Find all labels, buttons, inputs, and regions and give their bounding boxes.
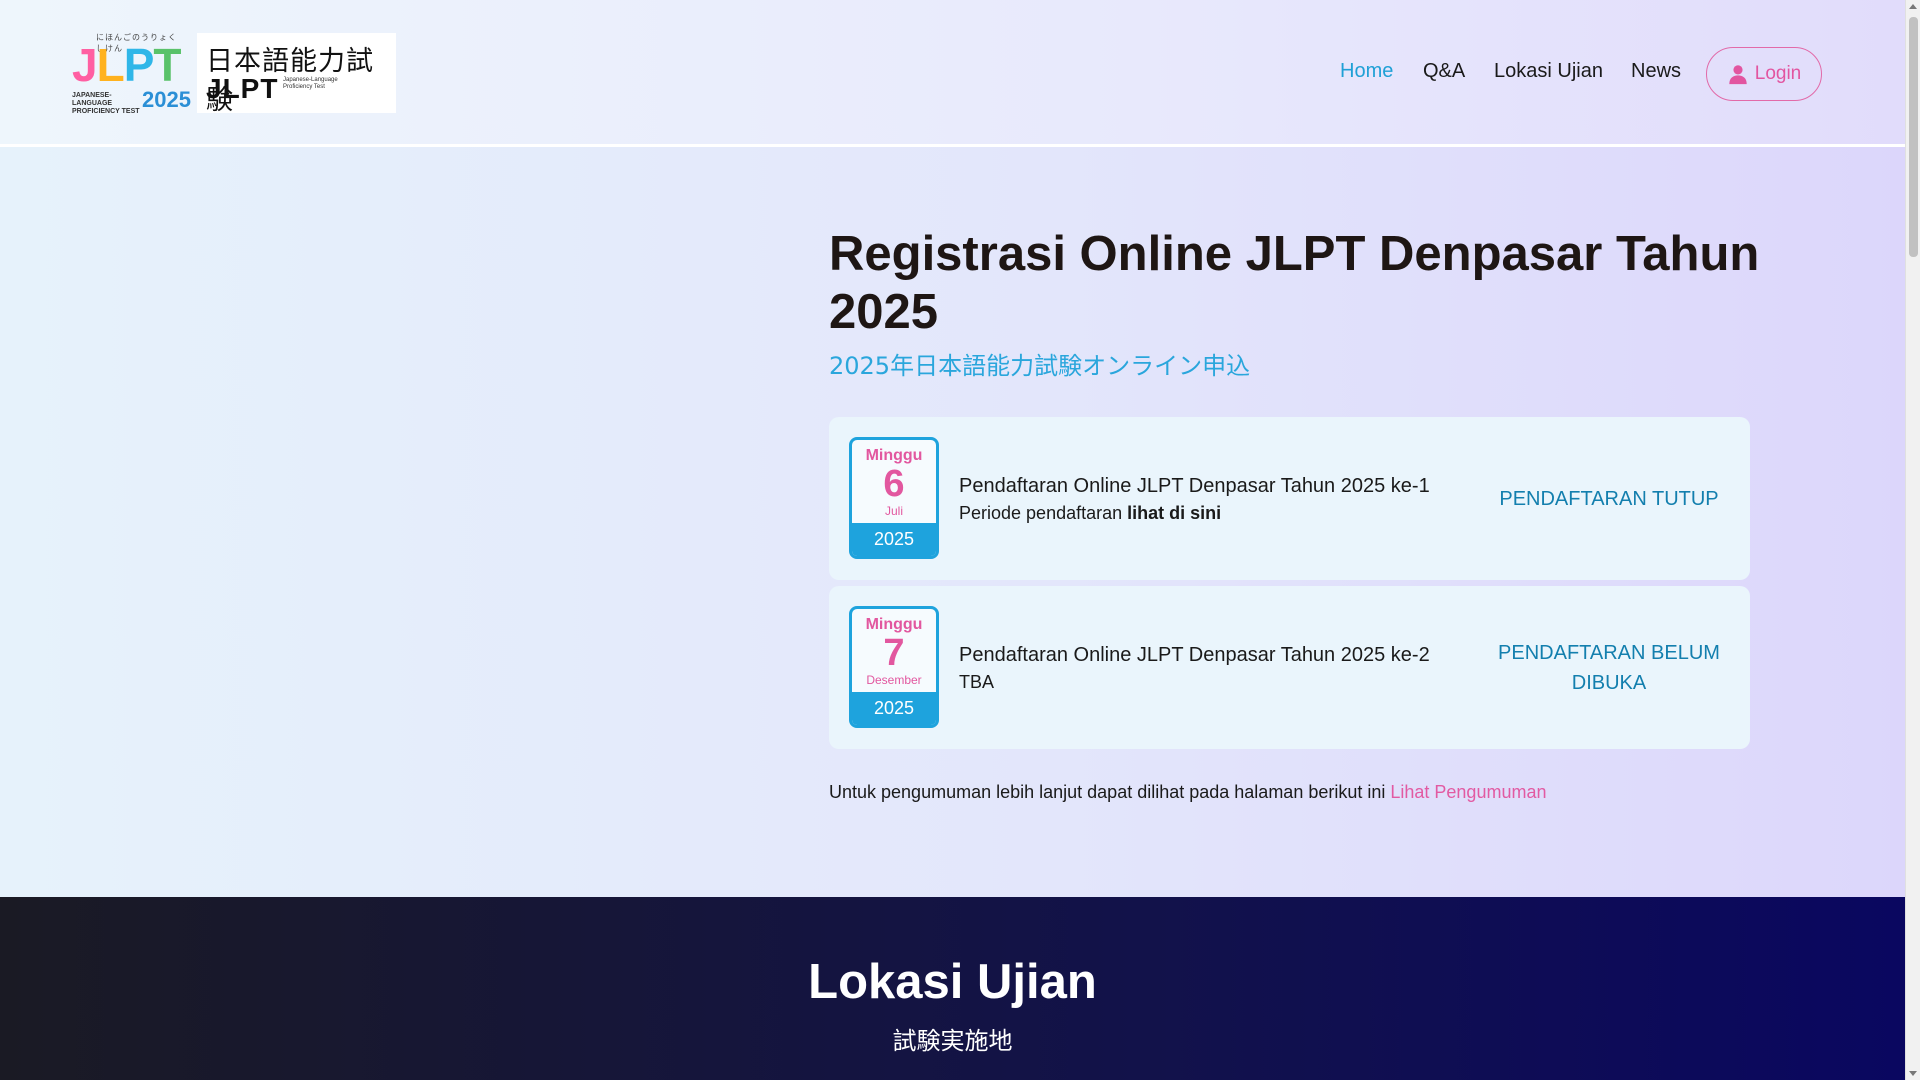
- login-label: Login: [1754, 63, 1802, 84]
- jlpt-2025-logo[interactable]: にほんごのうりょくしけん JLPT JAPANESE-LANGUAGE PROF…: [72, 32, 191, 115]
- page-title: Registrasi Online JLPT Denpasar Tahun 20…: [829, 227, 1760, 339]
- jlpt-kanji-logo[interactable]: 日本語能力試験 JLPT Japanese-Language Proficien…: [197, 33, 396, 116]
- date-number: 7: [883, 632, 905, 674]
- note-text: Untuk pengumuman lebih lanjut dapat dili…: [829, 782, 1391, 802]
- logo-jlpt-letters: JLPT: [72, 39, 182, 91]
- logo-kanji-jlpt: JLPT: [206, 73, 279, 104]
- location-subtitle: 試験実施地: [892, 1027, 1013, 1055]
- logo-kanji-desc: Japanese-Language Proficiency Test: [283, 77, 338, 90]
- period-link[interactable]: lihat di sini: [1127, 503, 1221, 523]
- user-icon: [1729, 65, 1747, 85]
- location-section: Lokasi Ujian 試験実施地: [0, 897, 1905, 1080]
- announcement-note: Untuk pengumuman lebih lanjut dapat dili…: [829, 782, 1546, 803]
- registration-card-2: Minggu 7 Desember 2025 Pendaftaran Onlin…: [829, 586, 1750, 749]
- logo-year: 2025: [142, 87, 191, 112]
- date-number: 6: [883, 463, 905, 505]
- date-badge: Minggu 6 Juli 2025: [849, 437, 939, 559]
- scroll-down-arrow-icon[interactable]: [1909, 1071, 1917, 1076]
- date-month: Juli: [884, 504, 903, 518]
- nav-home[interactable]: Home: [1340, 60, 1393, 83]
- location-title: Lokasi Ujian: [808, 955, 1097, 1009]
- login-button[interactable]: Login: [1706, 47, 1822, 101]
- registration-status: PENDAFTARAN TUTUP: [1499, 487, 1719, 510]
- vertical-scrollbar[interactable]: [1905, 0, 1920, 1080]
- nav-lokasi-ujian[interactable]: Lokasi Ujian: [1494, 60, 1603, 83]
- registration-card-1: Minggu 6 Juli 2025 Pendaftaran Online JL…: [829, 417, 1750, 580]
- registration-status: PENDAFTARAN BELUM DIBUKA: [1498, 641, 1720, 694]
- date-badge: Minggu 7 Desember 2025: [849, 606, 939, 728]
- page-subtitle: 2025年日本語能力試験オンライン申込: [829, 352, 1251, 380]
- date-year: 2025: [852, 692, 936, 725]
- registration-title: Pendaftaran Online JLPT Denpasar Tahun 2…: [959, 475, 1430, 497]
- period-label: Periode pendaftaran: [959, 503, 1128, 523]
- registration-title: Pendaftaran Online JLPT Denpasar Tahun 2…: [959, 644, 1430, 666]
- scroll-up-arrow-icon[interactable]: [1909, 4, 1917, 9]
- nav-qa[interactable]: Q&A: [1423, 60, 1465, 83]
- announcement-link[interactable]: Lihat Pengumuman: [1390, 782, 1546, 802]
- site-header: にほんごのうりょくしけん JLPT JAPANESE-LANGUAGE PROF…: [0, 0, 1905, 147]
- nav-news[interactable]: News: [1631, 60, 1681, 83]
- registration-period: Periode pendaftaran lihat di sini: [959, 503, 1221, 524]
- date-month: Desember: [866, 673, 922, 687]
- date-year: 2025: [852, 523, 936, 556]
- logo-subtitle: JAPANESE-LANGUAGE PROFICIENCY TEST: [72, 92, 140, 115]
- scrollbar-thumb[interactable]: [1909, 17, 1918, 257]
- registration-period: TBA: [959, 672, 995, 692]
